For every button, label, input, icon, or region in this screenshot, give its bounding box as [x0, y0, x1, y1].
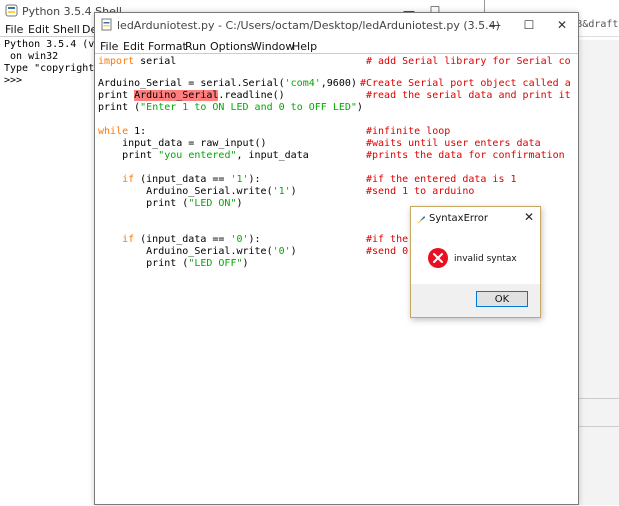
background-panel [578, 40, 619, 505]
error-icon [428, 248, 448, 268]
code-line: input_data = raw_input() [98, 138, 267, 149]
code-token: ) [356, 102, 363, 113]
code-token: '1' [230, 174, 249, 185]
code-token: ): [248, 174, 261, 185]
editor-minimize-button[interactable]: — [480, 14, 510, 36]
code-token: "you entered" [158, 150, 237, 161]
code-token: Arduino_Serial = serial.Serial( [98, 78, 285, 89]
code-token: Arduino_Serial.write( [98, 186, 273, 197]
background-divider [578, 426, 619, 427]
feather-icon [417, 215, 426, 224]
code-token: ) [290, 186, 297, 197]
code-token: print ( [98, 102, 141, 113]
editor-menu-options[interactable]: Options [210, 40, 252, 53]
code-token: 1: [128, 126, 147, 137]
editor-maximize-button[interactable]: ☐ [514, 14, 544, 36]
code-token: 'com4' [284, 78, 321, 89]
dialog-title: SyntaxError [429, 213, 488, 224]
editor-menu-format[interactable]: Format [148, 40, 187, 53]
editor-titlebar[interactable]: ledArduniotest.py - C:/Users/octam/Deskt… [95, 13, 578, 37]
code-token: .readline() [218, 90, 285, 101]
editor-menu-run[interactable]: Run [185, 40, 206, 53]
code-comment: #send 0 [366, 246, 409, 257]
code-line: print ("LED OFF") [98, 258, 249, 270]
code-line: print "you entered", input_data [98, 150, 309, 162]
code-line: Arduino_Serial.write('1') [98, 186, 297, 198]
python-icon [5, 4, 18, 17]
editor-menu-edit[interactable]: Edit [123, 40, 144, 53]
shell-line: on win32 [4, 51, 59, 62]
code-token: print ( [98, 198, 189, 209]
code-token: '0' [230, 234, 249, 245]
code-token: (input_data == [134, 234, 231, 245]
code-line: print Arduino_Serial.readline() [98, 90, 285, 102]
shell-line: Type "copyright" [4, 63, 101, 74]
dialog-close-button[interactable]: ✕ [524, 210, 534, 224]
editor-close-button[interactable]: ✕ [547, 14, 577, 36]
dialog-message: invalid syntax [454, 254, 517, 264]
shell-menu-shell[interactable]: Shell [53, 23, 80, 36]
code-line: import serial [98, 56, 176, 68]
code-line: print ("LED ON") [98, 198, 243, 210]
dialog-footer: OK [411, 284, 540, 317]
code-token: '0' [272, 246, 291, 257]
code-token: ): [248, 234, 261, 245]
code-token: print ( [98, 258, 189, 269]
code-token: ) [242, 258, 249, 269]
editor-title: ledArduniotest.py - C:/Users/octam/Deskt… [117, 19, 500, 32]
code-comment: #send 1 to arduino [366, 186, 475, 197]
code-token: print [98, 150, 159, 161]
shell-menu-edit[interactable]: Edit [28, 23, 49, 36]
shell-menu-file[interactable]: File [5, 23, 23, 36]
code-line: print ("Enter 1 to ON LED and 0 to OFF L… [98, 102, 363, 114]
code-line: Arduino_Serial.write('0') [98, 246, 297, 258]
code-token: ) [236, 198, 243, 209]
code-comment: # add Serial library for Serial co [366, 56, 571, 67]
code-token: while [98, 126, 129, 137]
code-comment: #waits until user enters data [366, 138, 541, 149]
code-comment: #if the [366, 234, 409, 245]
shell-output[interactable]: Python 3.5.4 (v3 on win32 Type "copyrigh… [0, 36, 100, 506]
code-comment: #Create Serial port object called a [360, 78, 571, 89]
editor-menu-window[interactable]: Window [251, 40, 294, 53]
code-token: "Enter 1 to ON LED and 0 to OFF LED" [140, 102, 357, 113]
code-token: (input_data == [134, 174, 231, 185]
code-token: "LED ON" [188, 198, 237, 209]
code-token: serial [134, 56, 177, 67]
code-token: if [98, 234, 135, 245]
background-divider [578, 398, 619, 399]
shell-line: Python 3.5.4 (v3 [4, 39, 101, 50]
code-token: Arduino_Serial.write( [98, 246, 273, 257]
editor-menu-help[interactable]: Help [292, 40, 317, 53]
ok-button[interactable]: OK [476, 291, 528, 307]
code-token: import [98, 56, 135, 67]
code-comment: #read the serial data and print it [366, 90, 571, 101]
code-line: if (input_data == '1'): [98, 174, 261, 186]
shell-prompt: >>> [4, 75, 23, 86]
editor-menu-file[interactable]: File [100, 40, 118, 53]
code-token: "LED OFF" [188, 258, 243, 269]
python-file-icon [101, 18, 112, 31]
syntax-error-dialog[interactable]: SyntaxError ✕ invalid syntax OK [410, 206, 541, 318]
code-comment: #infinite loop [366, 126, 451, 137]
code-line: Arduino_Serial = serial.Serial('com4',96… [98, 78, 357, 90]
code-token: ,9600) [320, 78, 357, 89]
code-line: if (input_data == '0'): [98, 234, 261, 246]
code-token: print [98, 90, 135, 101]
code-token: ) [290, 246, 297, 257]
syntax-error-highlight: Arduino_Serial [134, 90, 219, 101]
code-token: , input_data [236, 150, 309, 161]
code-token: '1' [272, 186, 291, 197]
code-line: while 1: [98, 126, 146, 138]
code-token: if [98, 174, 135, 185]
code-comment: #if the entered data is 1 [366, 174, 517, 185]
code-comment: #prints the data for confirmation [366, 150, 565, 161]
